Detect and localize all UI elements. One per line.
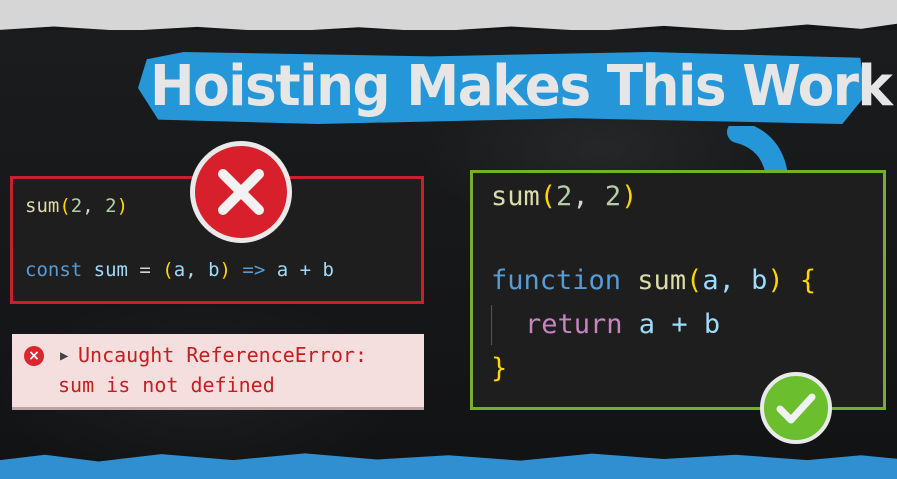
code-token: ) bbox=[767, 265, 784, 296]
page-title: Hoisting Makes This Work bbox=[150, 54, 893, 119]
check-icon bbox=[760, 372, 832, 444]
code-token: a + b bbox=[276, 259, 334, 281]
error-icon: × bbox=[24, 346, 44, 366]
code-token: ( bbox=[539, 181, 557, 212]
code-token: 2 bbox=[556, 181, 573, 212]
working-code-panel: sum(2, 2) function sum(a, b) { return a … bbox=[470, 170, 886, 410]
code-token: a, b bbox=[173, 259, 220, 281]
code-line: sum(2, 2) bbox=[25, 195, 128, 217]
code-token: a + b bbox=[622, 309, 721, 340]
code-token: } bbox=[491, 353, 508, 384]
code-token: function bbox=[491, 265, 622, 296]
code-token: return bbox=[525, 309, 623, 340]
code-token: => bbox=[230, 259, 277, 281]
code-token: ) bbox=[116, 195, 129, 217]
expand-triangle-icon[interactable]: ▶ bbox=[60, 348, 68, 364]
code-token: = bbox=[139, 259, 163, 281]
code-line: function sum(a, b) { bbox=[491, 265, 816, 296]
code-token: 2 bbox=[70, 195, 83, 217]
code-token: ( bbox=[686, 265, 703, 296]
code-token: { bbox=[783, 265, 817, 296]
code-token: ) bbox=[621, 181, 638, 212]
code-token: 2 bbox=[604, 181, 622, 212]
code-token: ) bbox=[219, 259, 231, 281]
code-token: const bbox=[25, 259, 83, 281]
x-icon bbox=[190, 141, 292, 243]
code-token: , bbox=[82, 195, 106, 217]
code-line: return a + b bbox=[525, 309, 720, 340]
indent-guide bbox=[491, 305, 492, 345]
code-token: ( bbox=[59, 195, 71, 217]
code-line: sum(2, 2) bbox=[491, 181, 637, 212]
error-message-line2: sum is not defined bbox=[58, 373, 275, 397]
code-token: , bbox=[572, 181, 605, 212]
code-token: sum bbox=[82, 259, 140, 281]
code-token: 2 bbox=[105, 195, 117, 217]
code-token: sum bbox=[621, 265, 687, 296]
torn-paper-top bbox=[0, 0, 897, 32]
code-token: a, b bbox=[702, 265, 768, 296]
console-error: × ▶ Uncaught ReferenceError: sum is not … bbox=[12, 334, 424, 410]
code-token: sum bbox=[25, 195, 60, 217]
code-token: sum bbox=[491, 181, 540, 212]
code-token: ( bbox=[162, 259, 174, 281]
code-line: const sum = (a, b) => a + b bbox=[25, 259, 334, 281]
error-message-line1: Uncaught ReferenceError: bbox=[78, 343, 367, 367]
code-line: } bbox=[491, 353, 507, 384]
